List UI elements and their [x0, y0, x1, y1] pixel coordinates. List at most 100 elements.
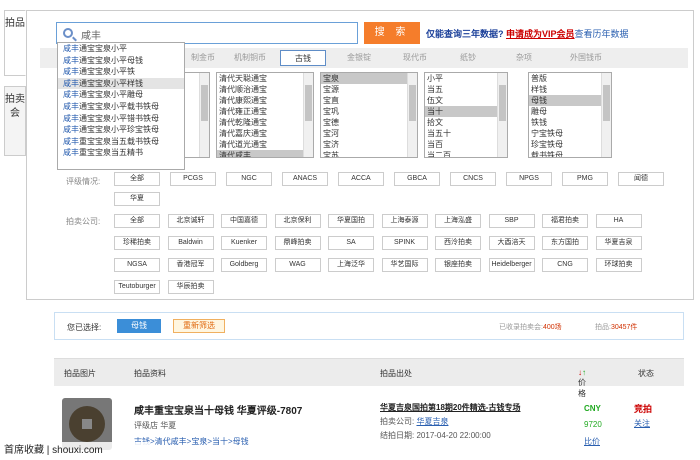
scrollbar[interactable]	[601, 73, 611, 157]
listbox-option[interactable]: 当五十	[425, 128, 507, 139]
listbox-option[interactable]: 宁宝铁母	[529, 128, 611, 139]
scrollbar[interactable]	[303, 73, 313, 157]
category-tab[interactable]: 制金币	[186, 50, 220, 66]
vip-apply-link[interactable]: 申请成为VIP会员	[506, 29, 575, 39]
listbox-type[interactable]: 普版 样钱 母钱 雕母 铁钱 宁宝铁母 珍宝铁母 载书铁母	[528, 72, 612, 158]
listbox-option[interactable]: 宝济	[321, 139, 417, 150]
scrollbar[interactable]	[199, 73, 209, 157]
category-tab[interactable]: 机制铜币	[224, 50, 276, 66]
company-filter-button[interactable]: 西泠拍卖	[435, 236, 481, 250]
listbox-option[interactable]: 载书铁母	[529, 150, 611, 157]
scrollbar[interactable]	[497, 73, 507, 157]
listbox-option[interactable]: 清代天聪通宝	[217, 73, 313, 84]
scrollbar[interactable]	[407, 73, 417, 157]
company-filter-button[interactable]: WAG	[274, 258, 321, 272]
category-tab[interactable]: 外国钱币	[556, 50, 616, 66]
listbox-option[interactable]: 雕母	[529, 106, 611, 117]
company-filter-button[interactable]: 上海泰源	[381, 214, 428, 228]
suggestion-item[interactable]: 咸丰通宝宝泉小平	[58, 43, 184, 55]
company-filter-button[interactable]: 全部	[114, 214, 160, 228]
suggestion-item[interactable]: 咸丰重宝宝泉当五精书	[58, 147, 184, 159]
grade-filter-button[interactable]: CNCS	[450, 172, 496, 186]
company-filter-button[interactable]: Goldberg	[221, 258, 267, 272]
listbox-mint[interactable]: 宝泉 宝源 宝直 宝巩 宝德 宝河 宝济 宝苏	[320, 72, 418, 158]
selected-chip[interactable]: 母钱	[117, 319, 161, 333]
company-filter-button[interactable]: SPINK	[381, 236, 428, 250]
suggestion-item[interactable]: 咸丰通宝宝泉小平样钱	[58, 77, 184, 90]
lot-title[interactable]: 咸丰重宝宝泉当十母钱 华夏评级-7807	[134, 402, 302, 417]
listbox-option[interactable]: 清代雍正通宝	[217, 106, 313, 117]
company-filter-button[interactable]: 华夏国拍	[328, 214, 374, 228]
suggestion-item[interactable]: 咸丰重宝宝泉当五载书铁母	[58, 136, 184, 148]
lot-category-path[interactable]: 古钱>清代咸丰>宝泉>当十>母钱	[134, 436, 249, 447]
grade-filter-button[interactable]: NGC	[226, 172, 272, 186]
company-filter-button[interactable]: NGSA	[114, 258, 160, 272]
suggestion-item[interactable]: 咸丰通宝宝泉小平雕母	[58, 89, 184, 101]
listbox-option[interactable]: 清代咸丰	[217, 150, 313, 157]
category-tab[interactable]: 杂项	[502, 50, 546, 66]
grade-filter-button[interactable]: GBCA	[394, 172, 440, 186]
listbox-option[interactable]: 清代顺治通宝	[217, 84, 313, 95]
listbox-option[interactable]: 宝泉	[321, 73, 417, 84]
listbox-option[interactable]: 当十	[425, 106, 507, 117]
company-filter-button[interactable]: 银座拍卖	[435, 258, 481, 272]
suggestion-item[interactable]: 咸丰通宝宝泉小平载书铁母	[58, 101, 184, 113]
listbox-option[interactable]: 清代嘉庆通宝	[217, 128, 313, 139]
listbox-option[interactable]: 宝河	[321, 128, 417, 139]
grade-filter-button[interactable]: PCGS	[170, 172, 216, 186]
company-filter-button[interactable]: HA	[595, 214, 642, 228]
listbox-option[interactable]: 宝德	[321, 117, 417, 128]
house-link[interactable]: 华夏吉泉	[416, 417, 448, 426]
company-filter-button[interactable]: 上海泓盛	[435, 214, 481, 228]
listbox-option[interactable]: 样钱	[529, 84, 611, 95]
listbox-reign[interactable]: 清代天聪通宝 清代顺治通宝 清代康熙通宝 清代雍正通宝 清代乾隆通宝 清代嘉庆通宝 清代道光…	[216, 72, 314, 158]
company-filter-button[interactable]: 北京保利	[274, 214, 321, 228]
company-filter-button[interactable]: 华辰拍卖	[167, 280, 214, 294]
col-price[interactable]: 价格 ↓↑	[578, 368, 586, 398]
listbox-option[interactable]: 拾文	[425, 117, 507, 128]
compare-link[interactable]: 比价	[584, 436, 600, 447]
company-filter-button[interactable]: Heidelberger	[488, 258, 535, 272]
company-filter-button[interactable]: CNG	[542, 258, 588, 272]
listbox-option[interactable]: 当百	[425, 139, 507, 150]
company-filter-button[interactable]: SA	[328, 236, 374, 250]
category-tab[interactable]: 现代币	[392, 50, 438, 66]
listbox-option[interactable]: 珍宝铁母	[529, 139, 611, 150]
listbox-option[interactable]: 母钱	[529, 95, 611, 106]
category-tab[interactable]: 纸钞	[446, 50, 490, 66]
suggestion-item[interactable]: 咸丰通宝宝泉小平铁	[58, 66, 184, 78]
company-filter-button[interactable]: 福君拍卖	[542, 214, 588, 228]
grade-filter-button[interactable]: 闻德	[618, 172, 664, 186]
grade-filter-button[interactable]: PMG	[562, 172, 608, 186]
company-filter-button[interactable]: 环球拍卖	[595, 258, 642, 272]
company-filter-button[interactable]: 华夏吉泉	[595, 236, 642, 250]
reset-button[interactable]: 重新筛选	[173, 319, 225, 333]
grade-filter-button[interactable]: ACCA	[338, 172, 384, 186]
company-filter-button[interactable]: 珍稀拍卖	[114, 236, 160, 250]
company-filter-button[interactable]: 香港冠军	[167, 258, 214, 272]
grade-filter-button[interactable]: 全部	[114, 172, 160, 186]
tab-auctions[interactable]: 拍卖会	[4, 86, 26, 156]
company-filter-button[interactable]: Baldwin	[167, 236, 214, 250]
listbox-option[interactable]: 清代乾隆通宝	[217, 117, 313, 128]
grade-filter-button[interactable]: ANACS	[282, 172, 328, 186]
company-filter-button[interactable]: 上海泛华	[328, 258, 374, 272]
listbox-option[interactable]: 伍文	[425, 95, 507, 106]
company-filter-button[interactable]: 东方国拍	[542, 236, 588, 250]
auction-link[interactable]: 华夏吉泉国拍第18期20件精选-古钱专场	[380, 402, 520, 413]
listbox-option[interactable]: 宝直	[321, 95, 417, 106]
listbox-option[interactable]: 小平	[425, 73, 507, 84]
search-input[interactable]: 咸丰	[56, 22, 358, 44]
grade-filter-button[interactable]: 华夏	[114, 192, 160, 206]
listbox-option[interactable]: 清代康熙通宝	[217, 95, 313, 106]
company-filter-button[interactable]: 鼎峰拍卖	[274, 236, 321, 250]
search-button[interactable]: 搜 索	[364, 22, 420, 44]
listbox-option[interactable]: 铁钱	[529, 117, 611, 128]
suggestion-item[interactable]: 咸丰通宝宝泉小平错书铁母	[58, 113, 184, 125]
listbox-option[interactable]: 宝巩	[321, 106, 417, 117]
category-tab[interactable]: 金银锭	[336, 50, 382, 66]
listbox-option[interactable]: 普版	[529, 73, 611, 84]
tab-lots[interactable]: 拍品	[4, 10, 26, 76]
listbox-option[interactable]: 宝苏	[321, 150, 417, 157]
listbox-option[interactable]: 宝源	[321, 84, 417, 95]
